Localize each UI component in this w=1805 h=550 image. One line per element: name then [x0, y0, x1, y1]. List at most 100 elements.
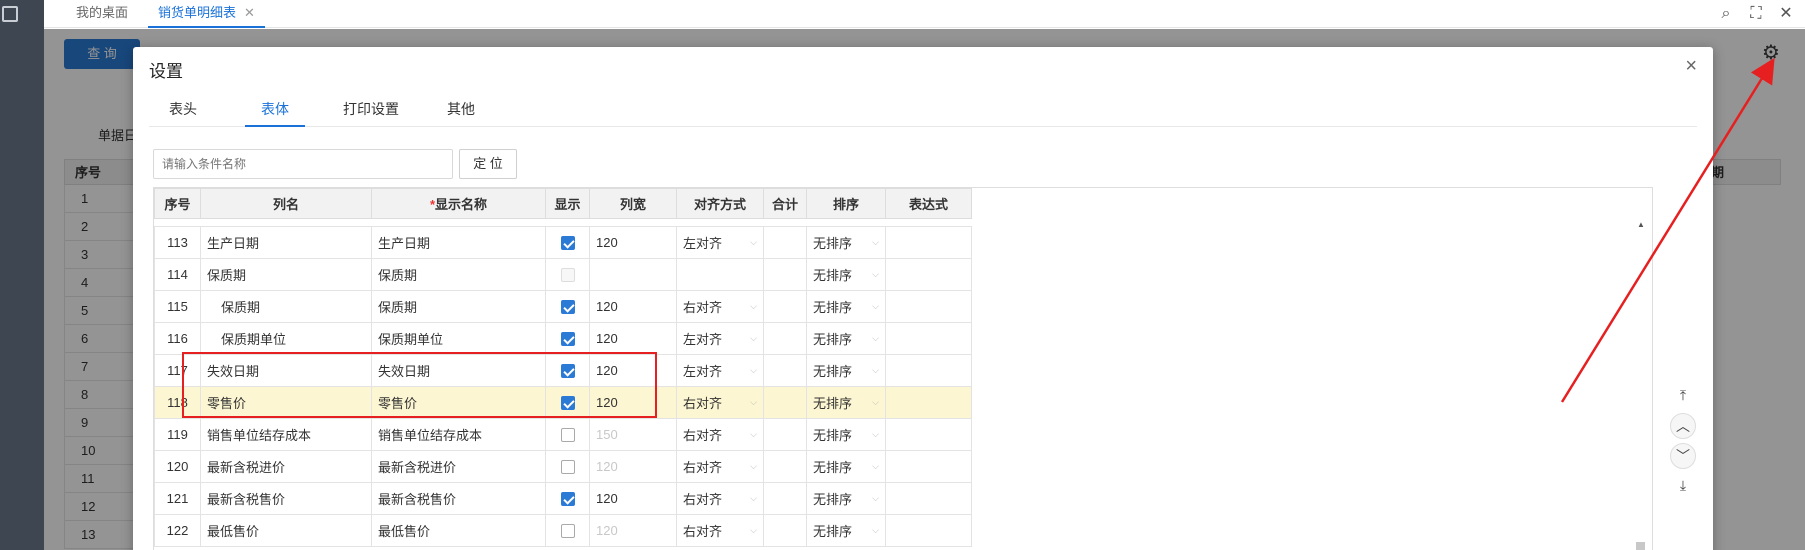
- table-row[interactable]: 117 失效日期 失效日期 120 左对齐 ⌵ 无排序 ⌵: [154, 354, 972, 387]
- cell-width[interactable]: [589, 258, 677, 291]
- cell-sort[interactable]: 无排序 ⌵: [806, 386, 886, 419]
- locate-button[interactable]: 定 位: [459, 149, 517, 179]
- table-row[interactable]: 120 最新含税进价 最新含税进价 120 右对齐 ⌵ 无排序 ⌵: [154, 450, 972, 483]
- close-icon[interactable]: ×: [1685, 55, 1697, 78]
- show-checkbox[interactable]: [560, 364, 575, 379]
- tab-sales-detail[interactable]: 销货单明细表 ✕: [148, 0, 265, 28]
- cell-total: [763, 514, 807, 547]
- cell-expression[interactable]: [885, 290, 972, 323]
- cell-expression[interactable]: [885, 482, 972, 515]
- gear-icon[interactable]: ⚙: [1762, 40, 1780, 65]
- cell-display-name[interactable]: 保质期单位: [371, 322, 546, 355]
- move-to-top-icon[interactable]: ⤒: [1670, 383, 1696, 409]
- show-checkbox[interactable]: [560, 524, 575, 539]
- cell-expression[interactable]: [885, 226, 972, 259]
- cell-display-name[interactable]: 保质期: [371, 258, 546, 291]
- cell-sort[interactable]: 无排序 ⌵: [806, 418, 886, 451]
- cell-sort[interactable]: 无排序 ⌵: [806, 322, 886, 355]
- cell-width[interactable]: 120: [589, 450, 677, 483]
- cell-sort[interactable]: 无排序 ⌵: [806, 354, 886, 387]
- table-row[interactable]: 122 最低售价 最低售价 120 右对齐 ⌵ 无排序 ⌵: [154, 514, 972, 547]
- cell-display-name[interactable]: 保质期: [371, 290, 546, 323]
- top-tab-bar: 我的桌面 销货单明细表 ✕ ⌕ ⛶ ✕: [44, 0, 1805, 28]
- cell-width[interactable]: 120: [589, 226, 677, 259]
- cell-sort[interactable]: 无排序 ⌵: [806, 226, 886, 259]
- show-checkbox[interactable]: [560, 332, 575, 347]
- align-select-value: 右对齐: [683, 524, 723, 539]
- cell-display-name[interactable]: 生产日期: [371, 226, 546, 259]
- close-icon[interactable]: ✕: [1776, 4, 1796, 24]
- cell-display-name[interactable]: 最新含税进价: [371, 450, 546, 483]
- vertical-scrollbar[interactable]: ▲: [1634, 218, 1648, 550]
- cell-display-name[interactable]: 零售价: [371, 386, 546, 419]
- fullscreen-icon[interactable]: ⛶: [1746, 4, 1766, 24]
- cell-width[interactable]: 150: [589, 418, 677, 451]
- show-checkbox[interactable]: [560, 236, 575, 251]
- cell-display-name[interactable]: 最低售价: [371, 514, 546, 547]
- table-row[interactable]: 121 最新含税售价 最新含税售价 120 右对齐 ⌵ 无排序 ⌵: [154, 482, 972, 515]
- cell-align[interactable]: 左对齐 ⌵: [676, 354, 764, 387]
- cell-align[interactable]: 右对齐 ⌵: [676, 514, 764, 547]
- chevron-down-icon: ⌵: [750, 365, 757, 375]
- tab-desktop[interactable]: 我的桌面: [66, 0, 138, 28]
- table-row[interactable]: 115 保质期 保质期 120 右对齐 ⌵ 无排序 ⌵: [154, 290, 972, 323]
- cell-expression[interactable]: [885, 514, 972, 547]
- cell-sort[interactable]: 无排序 ⌵: [806, 258, 886, 291]
- table-row[interactable]: 114 保质期 保质期 无排序 ⌵: [154, 258, 972, 291]
- cell-align[interactable]: 右对齐 ⌵: [676, 418, 764, 451]
- cell-display-name[interactable]: 销售单位结存成本: [371, 418, 546, 451]
- cell-align[interactable]: 左对齐 ⌵: [676, 322, 764, 355]
- cell-width[interactable]: 120: [589, 290, 677, 323]
- cell-align[interactable]: 左对齐 ⌵: [676, 226, 764, 259]
- show-checkbox[interactable]: [560, 396, 575, 411]
- table-row[interactable]: 116 保质期单位 保质期单位 120 左对齐 ⌵ 无排序 ⌵: [154, 322, 972, 355]
- cell-width[interactable]: 120: [589, 482, 677, 515]
- cell-sort[interactable]: 无排序 ⌵: [806, 290, 886, 323]
- move-up-icon[interactable]: ︿: [1670, 413, 1696, 439]
- search-icon[interactable]: ⌕: [1716, 4, 1736, 24]
- cell-show: [545, 226, 590, 259]
- cell-expression[interactable]: [885, 450, 972, 483]
- cell-sort[interactable]: 无排序 ⌵: [806, 514, 886, 547]
- show-checkbox[interactable]: [560, 268, 575, 283]
- cell-expression[interactable]: [885, 354, 972, 387]
- tab-other[interactable]: 其他: [447, 99, 475, 127]
- close-icon[interactable]: ✕: [244, 5, 255, 20]
- move-to-bottom-icon[interactable]: ⤓: [1670, 473, 1696, 499]
- scrollbar-thumb[interactable]: [1636, 542, 1645, 550]
- col-header-name: 列名: [200, 188, 372, 219]
- move-down-icon[interactable]: ﹀: [1670, 443, 1696, 469]
- cell-sort[interactable]: 无排序 ⌵: [806, 482, 886, 515]
- cell-width[interactable]: 120: [589, 386, 677, 419]
- show-checkbox[interactable]: [560, 428, 575, 443]
- cell-align[interactable]: 右对齐 ⌵: [676, 290, 764, 323]
- cell-align[interactable]: 右对齐 ⌵: [676, 482, 764, 515]
- cell-expression[interactable]: [885, 418, 972, 451]
- search-input[interactable]: [153, 149, 453, 179]
- cell-align[interactable]: [676, 258, 764, 291]
- tab-header[interactable]: 表头: [169, 99, 197, 127]
- tab-print-settings[interactable]: 打印设置: [343, 99, 399, 127]
- show-checkbox[interactable]: [560, 460, 575, 475]
- cell-sort[interactable]: 无排序 ⌵: [806, 450, 886, 483]
- cell-expression[interactable]: [885, 258, 972, 291]
- table-row[interactable]: 113 生产日期 生产日期 120 左对齐 ⌵ 无排序 ⌵: [154, 226, 972, 259]
- cell-expression[interactable]: [885, 322, 972, 355]
- scroll-up-icon[interactable]: ▲: [1637, 220, 1645, 229]
- show-checkbox[interactable]: [560, 300, 575, 315]
- cell-display-name[interactable]: 最新含税售价: [371, 482, 546, 515]
- chevron-down-icon: ⌵: [750, 525, 757, 535]
- show-checkbox[interactable]: [560, 492, 575, 507]
- app-logo-icon: [2, 6, 18, 22]
- cell-seq: 121: [154, 482, 201, 515]
- cell-expression[interactable]: [885, 386, 972, 419]
- cell-width[interactable]: 120: [589, 514, 677, 547]
- cell-display-name[interactable]: 失效日期: [371, 354, 546, 387]
- tab-body[interactable]: 表体: [245, 99, 305, 127]
- table-row[interactable]: 119 销售单位结存成本 销售单位结存成本 150 右对齐 ⌵ 无排序 ⌵: [154, 418, 972, 451]
- cell-align[interactable]: 右对齐 ⌵: [676, 386, 764, 419]
- cell-width[interactable]: 120: [589, 354, 677, 387]
- table-row[interactable]: 118 零售价 零售价 120 右对齐 ⌵ 无排序 ⌵: [154, 386, 972, 419]
- cell-width[interactable]: 120: [589, 322, 677, 355]
- cell-align[interactable]: 右对齐 ⌵: [676, 450, 764, 483]
